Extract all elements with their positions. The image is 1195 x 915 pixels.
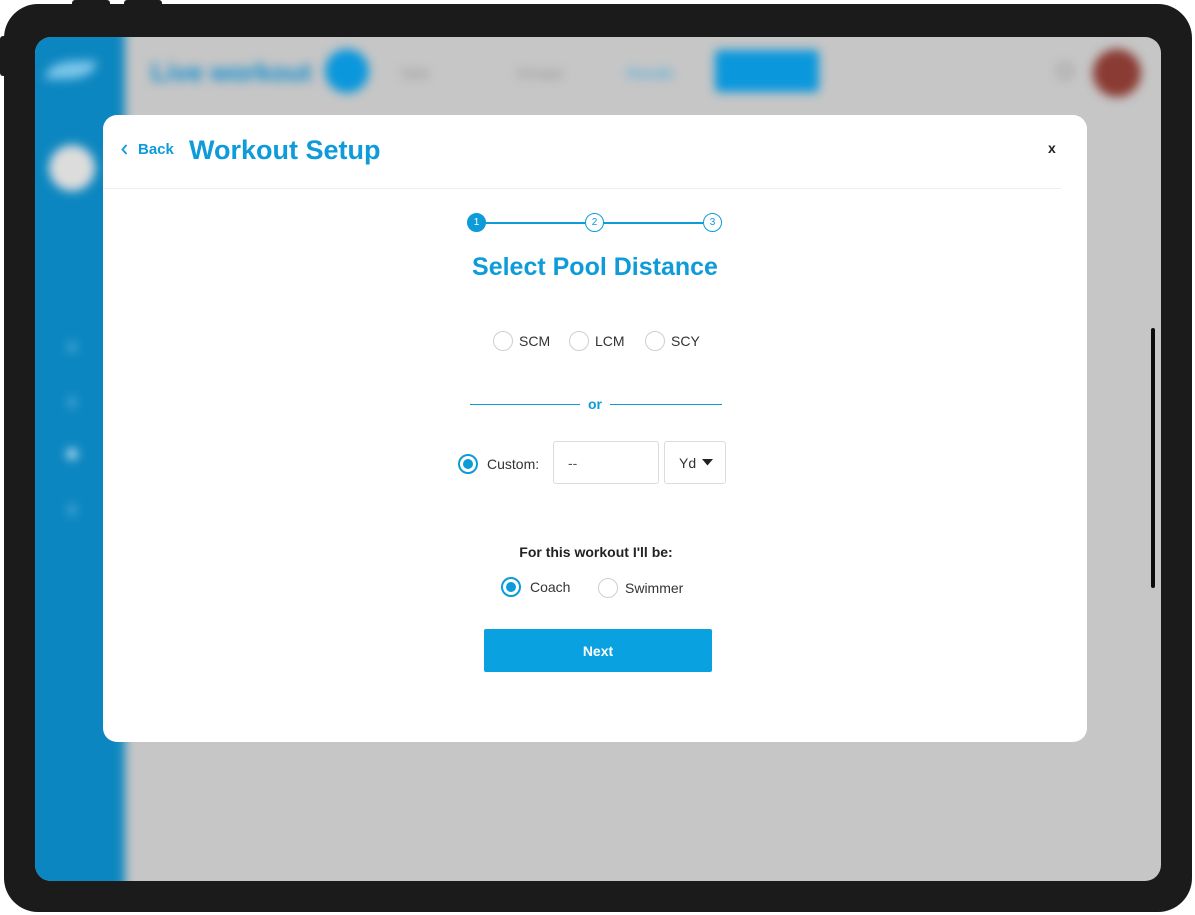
section-title: Select Pool Distance [472,253,718,281]
background-page-title: Live workout [151,57,312,87]
role-option-swimmer[interactable]: Swimmer [598,578,683,598]
modal-title: Workout Setup [189,135,381,165]
scroll-indicator [1151,328,1155,588]
sidebar-avatar [49,145,95,191]
background-menu-item: Results [627,65,674,81]
step-indicator: 1 2 3 [467,213,723,233]
unit-select[interactable]: Yd [664,441,726,484]
radio-button[interactable] [493,331,513,351]
pool-option-label: SCM [519,333,551,349]
separator-line [610,404,722,405]
pool-option-lcm[interactable]: LCM [569,331,625,351]
header-divider [103,188,1061,189]
step-connector [603,222,703,224]
modal-header: Back Workout Setup x [103,115,1087,189]
radio-button[interactable] [598,578,618,598]
background-status-icon [325,49,369,93]
role-option-label: Coach [530,579,571,595]
back-button[interactable]: Back [121,141,174,158]
step-3: 3 [703,213,722,232]
separator-text: or [588,396,602,412]
pool-option-scm[interactable]: SCM [493,331,550,351]
caret-down-icon [702,459,714,466]
role-question: For this workout I'll be: [519,544,673,560]
or-separator: or [470,395,722,415]
sidebar-nav-icon [67,505,77,515]
step-2: 2 [585,213,604,232]
unit-value: Yd [679,454,697,471]
step-1: 1 [467,213,486,232]
sidebar-nav-icon [67,342,77,352]
role-option-coach[interactable]: Coach [501,577,570,597]
user-avatar [1093,49,1141,97]
background-menu-item: Groups [517,65,563,81]
custom-label: Custom: [487,456,540,472]
background-action-button [715,50,819,92]
background-menu-item: Sets [401,65,430,81]
radio-button[interactable] [569,331,589,351]
sidebar-nav-icon [67,449,77,459]
next-button[interactable]: Next [484,629,712,672]
custom-distance-input[interactable] [553,441,659,484]
pool-option-label: LCM [595,333,625,349]
pool-option-scy[interactable]: SCY [645,331,700,351]
role-option-label: Swimmer [625,580,684,596]
radio-button-selected[interactable] [458,454,478,474]
back-label: Back [138,141,174,158]
chevron-left-icon [121,144,128,155]
close-button[interactable]: x [1048,140,1056,156]
step-connector [485,222,585,224]
radio-button-selected[interactable] [501,577,521,597]
sidebar-nav-icon [67,397,77,407]
separator-line [470,404,580,405]
radio-button[interactable] [645,331,665,351]
workout-setup-modal: Back Workout Setup x 1 2 3 Select Pool D… [103,115,1087,742]
pool-option-custom[interactable]: Custom: [458,454,539,474]
search-icon [1057,63,1073,79]
pool-option-label: SCY [671,333,700,349]
